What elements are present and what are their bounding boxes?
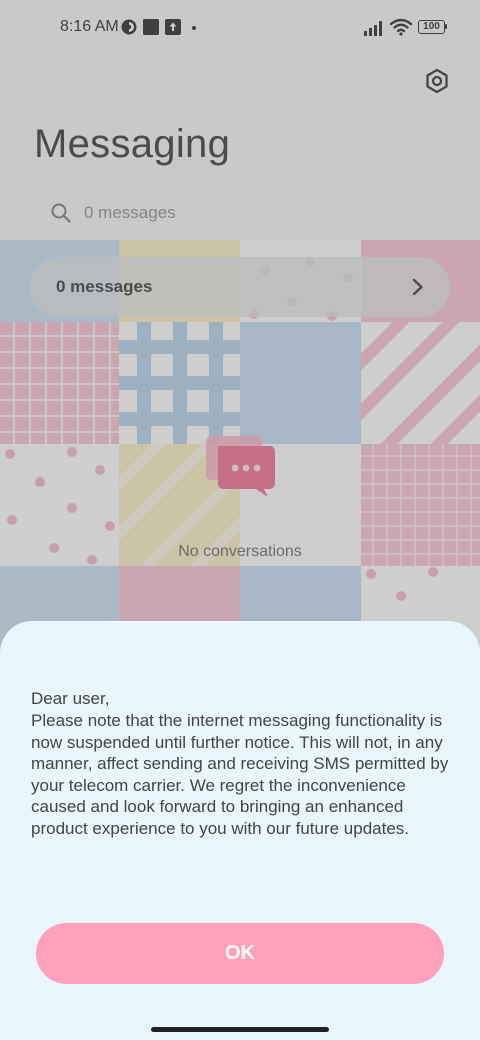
messaging-screen: 8:16 AM 100 Messaging 0 messages 0 messa… [0, 0, 480, 1040]
dialog-greeting: Dear user, [31, 689, 110, 708]
home-indicator[interactable] [151, 1027, 329, 1032]
ok-button[interactable]: OK [36, 923, 444, 984]
dialog-message: Please note that the internet messaging … [31, 711, 449, 838]
